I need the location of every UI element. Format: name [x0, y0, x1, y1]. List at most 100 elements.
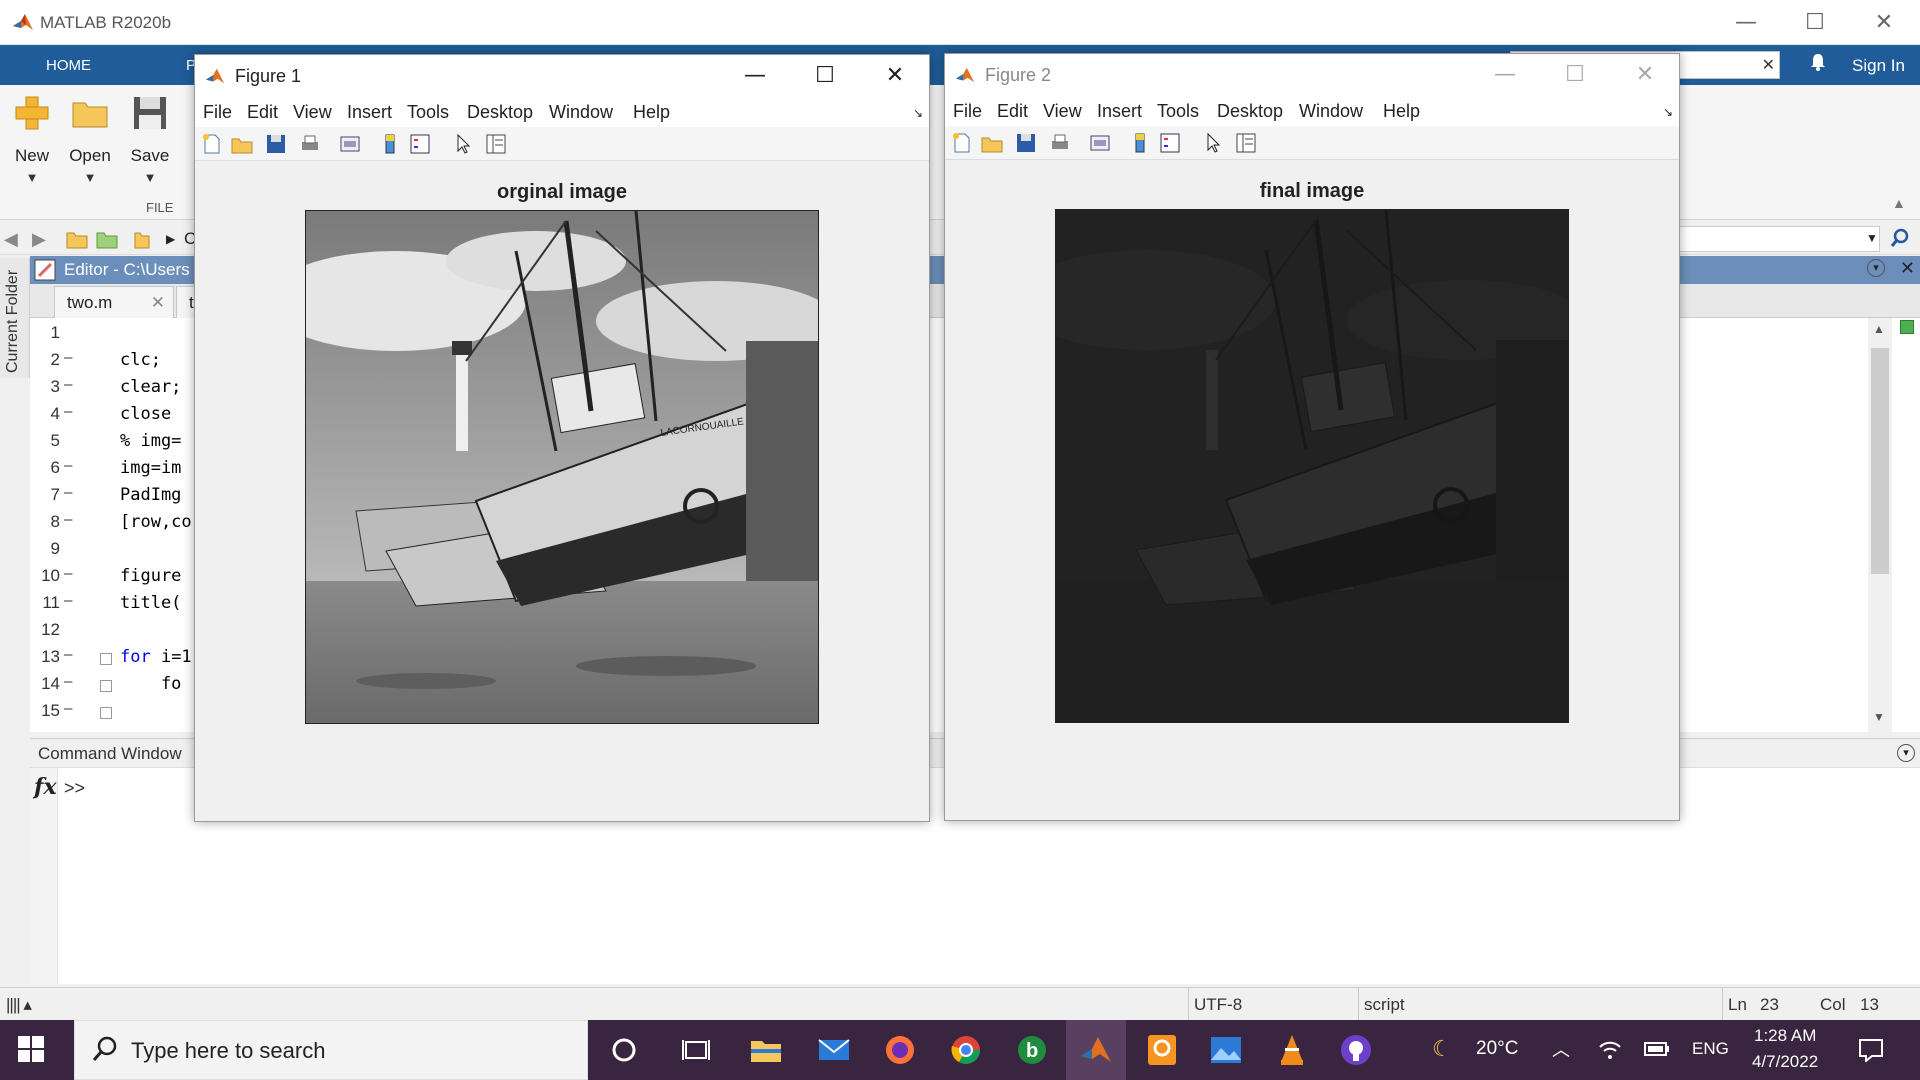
menu-tools[interactable]: Tools	[1157, 101, 1199, 122]
editor-scrollbar[interactable]: ▲ ▼	[1868, 318, 1892, 732]
colorbar-icon[interactable]	[379, 133, 401, 155]
breakpoint-marker[interactable]: —	[64, 512, 72, 528]
firefox-icon[interactable]	[882, 1032, 918, 1068]
breakpoint-marker[interactable]: —	[64, 674, 72, 690]
menu-insert[interactable]: Insert	[347, 102, 392, 123]
breakpoint-marker[interactable]: —	[64, 647, 72, 663]
menu-desktop[interactable]: Desktop	[467, 102, 533, 123]
path-dropdown[interactable]	[1670, 226, 1880, 252]
pdf-app-icon[interactable]	[1144, 1032, 1180, 1068]
breakpoint-marker[interactable]: —	[64, 377, 72, 393]
function-browser-icon[interactable]: fx	[34, 774, 57, 800]
menu-edit[interactable]: Edit	[247, 102, 278, 123]
language-indicator[interactable]: ENG	[1692, 1039, 1729, 1059]
link-plot-icon[interactable]	[1089, 132, 1111, 154]
figure-1-titlebar[interactable]: Figure 1 — ☐ ✕	[195, 55, 929, 97]
close-button[interactable]: ✕	[1625, 60, 1665, 90]
mail-icon[interactable]	[816, 1032, 852, 1068]
tab-two-m[interactable]: two.m ✕	[54, 286, 174, 318]
maximize-button[interactable]: ☐	[805, 61, 845, 91]
clock-time[interactable]: 1:28 AM	[1754, 1026, 1816, 1046]
breakpoint-marker[interactable]: —	[64, 458, 72, 474]
bing-b-icon[interactable]: b	[1014, 1032, 1050, 1068]
print-icon[interactable]	[299, 133, 321, 155]
notifications-icon[interactable]	[1858, 1038, 1884, 1062]
file-explorer-icon[interactable]	[748, 1032, 784, 1068]
open-file-icon[interactable]	[981, 132, 1003, 154]
panel-menu-icon[interactable]: ▾	[1867, 259, 1885, 277]
breakpoint-marker[interactable]: —	[64, 593, 72, 609]
new-figure-icon[interactable]	[951, 132, 973, 154]
back-arrow-icon[interactable]: ◀	[4, 229, 18, 250]
chevron-down-icon[interactable]: ▼	[1866, 231, 1878, 245]
menu-insert[interactable]: Insert	[1097, 101, 1142, 122]
search-clear-button[interactable]: ✕	[1762, 55, 1775, 75]
legend-icon[interactable]	[1159, 132, 1181, 154]
menu-window[interactable]: Window	[549, 102, 613, 123]
new-button[interactable]: New ▼	[4, 93, 60, 203]
property-editor-icon[interactable]	[1235, 132, 1257, 154]
github-icon[interactable]	[1338, 1032, 1374, 1068]
scroll-up-icon[interactable]: ▲	[1873, 322, 1885, 336]
windows-start-icon[interactable]	[18, 1036, 44, 1062]
menu-file[interactable]: File	[953, 101, 982, 122]
breakpoint-marker[interactable]: —	[64, 701, 72, 717]
wifi-icon[interactable]	[1598, 1039, 1622, 1061]
menu-edit[interactable]: Edit	[997, 101, 1028, 122]
bell-icon[interactable]	[1810, 53, 1826, 76]
panel-menu-icon[interactable]: ▾	[1897, 744, 1915, 762]
legend-icon[interactable]	[409, 133, 431, 155]
menu-view[interactable]: View	[293, 102, 332, 123]
figure-2-titlebar[interactable]: Figure 2 — ☐ ✕	[945, 54, 1679, 96]
minimize-button[interactable]: —	[1726, 8, 1766, 38]
weather-temperature[interactable]: 20°C	[1476, 1038, 1518, 1060]
new-figure-icon[interactable]	[201, 133, 223, 155]
scroll-down-icon[interactable]: ▼	[1873, 710, 1885, 724]
menu-view[interactable]: View	[1043, 101, 1082, 122]
close-tab-icon[interactable]: ✕	[151, 293, 165, 313]
close-button[interactable]: ✕	[1864, 8, 1904, 38]
cortana-icon[interactable]	[606, 1032, 642, 1068]
code-fold-icon[interactable]	[100, 653, 112, 665]
menu-file[interactable]: File	[203, 102, 232, 123]
maximize-button[interactable]: ☐	[1795, 8, 1835, 38]
sign-in-link[interactable]: Sign In	[1852, 45, 1905, 87]
code-fold-icon[interactable]	[100, 680, 112, 692]
link-plot-icon[interactable]	[339, 133, 361, 155]
breakpoint-marker[interactable]: —	[64, 566, 72, 582]
breakpoint-marker[interactable]: —	[64, 485, 72, 501]
menu-tools[interactable]: Tools	[407, 102, 449, 123]
menu-desktop[interactable]: Desktop	[1217, 101, 1283, 122]
maximize-button[interactable]: ☐	[1555, 60, 1595, 90]
current-folder-panel-tab[interactable]: Current Folder	[0, 258, 30, 378]
search-icon[interactable]	[1890, 228, 1910, 248]
breakpoint-marker[interactable]: —	[64, 350, 72, 366]
clock-date[interactable]: 4/7/2022	[1752, 1052, 1818, 1072]
menu-window[interactable]: Window	[1299, 101, 1363, 122]
tab-home[interactable]: HOME	[32, 45, 105, 85]
scrollbar-thumb[interactable]	[1871, 348, 1889, 574]
minimize-button[interactable]: —	[1485, 60, 1525, 90]
save-figure-icon[interactable]	[1015, 132, 1037, 154]
close-button[interactable]: ✕	[875, 61, 915, 91]
dock-figure-icon[interactable]: ↘	[913, 106, 923, 120]
save-button[interactable]: Save ▼	[122, 93, 178, 203]
task-view-icon[interactable]	[678, 1032, 714, 1068]
photos-icon[interactable]	[1208, 1032, 1244, 1068]
collapse-ribbon-icon[interactable]: ▲	[1892, 195, 1906, 211]
chrome-icon[interactable]	[948, 1032, 984, 1068]
matlab-taskbar-icon[interactable]	[1078, 1032, 1114, 1068]
show-hidden-icons-icon[interactable]: ︿	[1552, 1036, 1570, 1062]
up-folder-icon[interactable]	[66, 229, 88, 249]
print-icon[interactable]	[1049, 132, 1071, 154]
menu-help[interactable]: Help	[1383, 101, 1420, 122]
colorbar-icon[interactable]	[1129, 132, 1151, 154]
forward-arrow-icon[interactable]: ▶	[32, 229, 46, 250]
minimize-button[interactable]: —	[735, 61, 775, 91]
analyzer-ok-icon[interactable]	[1900, 320, 1914, 334]
weather-moon-icon[interactable]: ☾	[1432, 1036, 1452, 1062]
menu-help[interactable]: Help	[633, 102, 670, 123]
code-fold-icon[interactable]	[100, 707, 112, 719]
open-button[interactable]: Open ▼	[62, 93, 118, 203]
close-editor-icon[interactable]: ✕	[1900, 258, 1915, 279]
